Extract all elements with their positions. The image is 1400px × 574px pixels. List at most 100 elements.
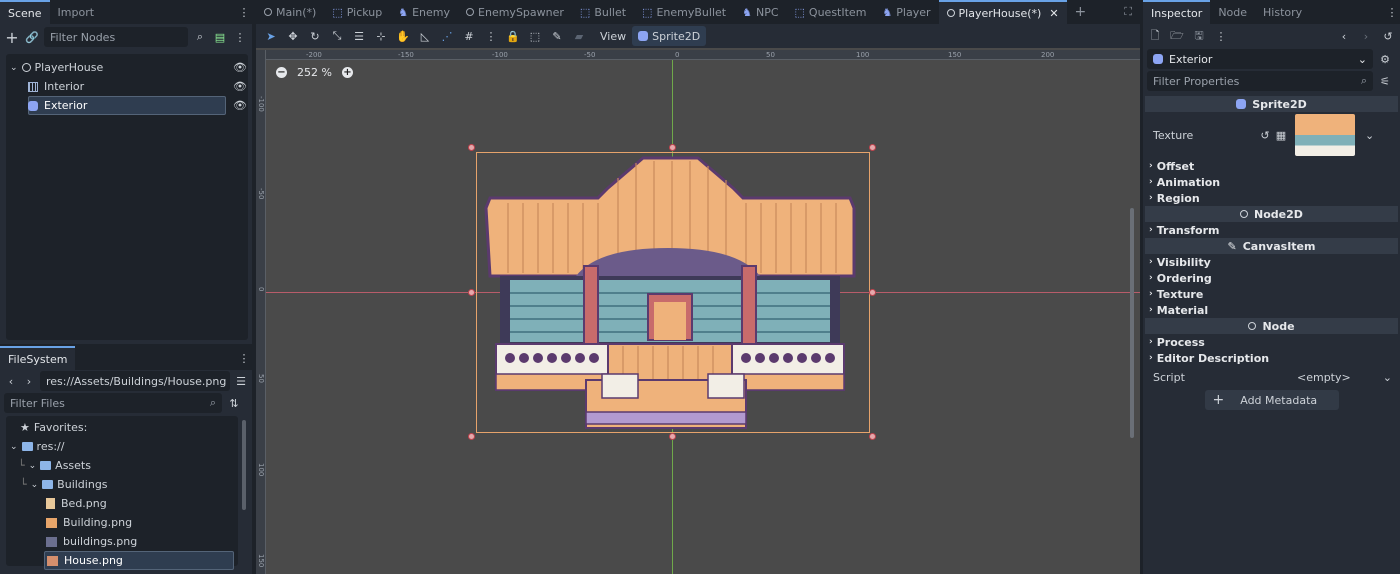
handle-bl[interactable]: [468, 433, 475, 440]
visibility-eye-icon[interactable]: 👁: [232, 60, 248, 76]
save-icon[interactable]: 🖫: [1191, 28, 1207, 44]
handle-mr[interactable]: [869, 289, 876, 296]
add-metadata-button[interactable]: + Add Metadata: [1204, 390, 1339, 410]
tab-filesystem[interactable]: FileSystem: [0, 346, 76, 370]
handle-bm[interactable]: [669, 433, 676, 440]
pan-tool-icon[interactable]: ✋: [392, 24, 414, 48]
smart-snap-icon[interactable]: ⋰: [436, 24, 458, 48]
history-forward-icon[interactable]: ›: [1358, 28, 1374, 44]
filter-nodes-input[interactable]: Filter Nodes: [44, 27, 188, 47]
zoom-level[interactable]: 252 %: [297, 66, 332, 79]
chevron-down-icon[interactable]: ⌄: [1365, 129, 1374, 142]
move-tool-icon[interactable]: ✥: [282, 24, 304, 48]
tree-node-playerhouse[interactable]: ⌄ PlayerHouse 👁: [6, 58, 248, 77]
scene-tab[interactable]: ♞ NPC: [734, 0, 786, 24]
collapse-arrow-icon[interactable]: ⌄: [31, 480, 39, 490]
folder-buildings[interactable]: └ ⌄ Buildings: [6, 475, 238, 494]
section-offset[interactable]: › Offset: [1143, 158, 1400, 174]
sprite2d-menu[interactable]: Sprite2D: [632, 26, 707, 46]
section-region[interactable]: › Region: [1143, 190, 1400, 206]
pivot-tool-icon[interactable]: ⊹: [370, 24, 392, 48]
scene-tab[interactable]: EnemySpawner: [458, 0, 572, 24]
group-icon[interactable]: ⬚: [524, 24, 546, 48]
section-ordering[interactable]: › Ordering: [1143, 270, 1400, 286]
select-tool-icon[interactable]: ➤: [260, 24, 282, 48]
handle-ml[interactable]: [468, 289, 475, 296]
section-process[interactable]: › Process: [1143, 334, 1400, 350]
camera-icon[interactable]: ▰: [568, 24, 590, 48]
file-item-selected[interactable]: House.png: [44, 551, 234, 570]
scale-tool-icon[interactable]: ⤡: [326, 24, 348, 48]
scene-tab[interactable]: ⬚ QuestItem: [787, 0, 875, 24]
tree-node-interior[interactable]: Interior 👁: [6, 77, 248, 96]
filter-properties-input[interactable]: Filter Properties ⌕: [1147, 71, 1373, 91]
tree-node-exterior[interactable]: Exterior 👁: [6, 96, 248, 115]
property-options-icon[interactable]: ⚟: [1377, 73, 1393, 89]
forward-icon[interactable]: ›: [22, 373, 36, 389]
back-icon[interactable]: ‹: [4, 373, 18, 389]
section-animation[interactable]: › Animation: [1143, 174, 1400, 190]
handle-tl[interactable]: [468, 144, 475, 151]
section-transform[interactable]: › Transform: [1143, 222, 1400, 238]
scene-tab[interactable]: Main(*): [256, 0, 324, 24]
folder-assets[interactable]: └ ⌄ Assets: [6, 456, 238, 475]
link-icon[interactable]: 🔗: [24, 29, 40, 45]
visibility-eye-icon[interactable]: 👁: [232, 79, 248, 95]
section-material[interactable]: › Material: [1143, 302, 1400, 318]
viewport[interactable]: -200 -150 -100 -50 0 50 100 150 200 -100…: [256, 48, 1140, 574]
scene-tab[interactable]: ⬚ EnemyBullet: [634, 0, 734, 24]
texture-edit-icon[interactable]: ▦: [1273, 127, 1289, 143]
folder-res[interactable]: ⌄ res://: [6, 437, 238, 456]
split-view-icon[interactable]: ☰: [234, 373, 248, 389]
file-item[interactable]: Building.png: [6, 513, 238, 532]
distraction-free-icon[interactable]: ⛶: [1116, 0, 1140, 24]
object-selector[interactable]: Exterior ⌄: [1147, 49, 1373, 69]
lock-icon[interactable]: 🔒: [502, 24, 524, 48]
handle-tr[interactable]: [869, 144, 876, 151]
grid-snap-icon[interactable]: #: [458, 24, 480, 48]
resource-menu-icon[interactable]: ⋮: [1213, 28, 1229, 44]
scene-tab[interactable]: ♞ Enemy: [390, 0, 458, 24]
visibility-eye-icon[interactable]: 👁: [232, 98, 248, 114]
sort-icon[interactable]: ⇅: [226, 395, 242, 411]
history-back-icon[interactable]: ‹: [1336, 28, 1352, 44]
handle-tm[interactable]: [669, 144, 676, 151]
tab-import[interactable]: Import: [50, 0, 103, 24]
bone-icon[interactable]: ✎: [546, 24, 568, 48]
collapse-arrow-icon[interactable]: ⌄: [10, 442, 18, 452]
selection-rect[interactable]: [476, 152, 870, 433]
path-input[interactable]: res://Assets/Buildings/House.png: [40, 371, 230, 391]
ruler-tool-icon[interactable]: ◺: [414, 24, 436, 48]
list-tool-icon[interactable]: ☰: [348, 24, 370, 48]
snap-menu-icon[interactable]: ⋮: [480, 24, 502, 48]
tab-inspector[interactable]: Inspector: [1143, 0, 1211, 24]
chevron-down-icon[interactable]: ⌄: [1383, 371, 1392, 384]
add-tab-button[interactable]: +: [1067, 0, 1095, 24]
dock-menu-icon[interactable]: ⋮: [1384, 4, 1400, 20]
tab-node[interactable]: Node: [1210, 0, 1255, 24]
collapse-arrow-icon[interactable]: ⌄: [29, 461, 37, 471]
revert-icon[interactable]: ↺: [1257, 127, 1273, 143]
dock-menu-icon[interactable]: ⋮: [236, 4, 252, 20]
filter-files-input[interactable]: Filter Files ⌕: [4, 393, 222, 413]
rotate-tool-icon[interactable]: ↻: [304, 24, 326, 48]
dock-menu-icon[interactable]: ⋮: [236, 350, 252, 366]
favorites-item[interactable]: ★ Favorites:: [6, 418, 238, 437]
scene-tab[interactable]: ♞ Player: [874, 0, 938, 24]
section-editor-description[interactable]: › Editor Description: [1143, 350, 1400, 366]
object-tools-icon[interactable]: ⚙: [1377, 51, 1393, 67]
collapse-arrow-icon[interactable]: ⌄: [10, 63, 18, 73]
zoom-out-icon[interactable]: −: [276, 67, 287, 78]
section-visibility[interactable]: › Visibility: [1143, 254, 1400, 270]
add-node-icon[interactable]: +: [4, 28, 20, 47]
scrollbar[interactable]: [242, 420, 246, 510]
handle-br[interactable]: [869, 433, 876, 440]
scene-tab-active[interactable]: PlayerHouse(*) ✕: [938, 0, 1067, 24]
file-item[interactable]: buildings.png: [6, 532, 238, 551]
script-value[interactable]: <empty>: [1297, 371, 1383, 384]
viewport-scrollbar[interactable]: [1130, 208, 1134, 438]
scene-tab[interactable]: ⬚ Bullet: [572, 0, 634, 24]
scene-tab[interactable]: ⬚ Pickup: [324, 0, 390, 24]
tab-history[interactable]: History: [1255, 0, 1310, 24]
texture-preview[interactable]: [1295, 114, 1355, 156]
